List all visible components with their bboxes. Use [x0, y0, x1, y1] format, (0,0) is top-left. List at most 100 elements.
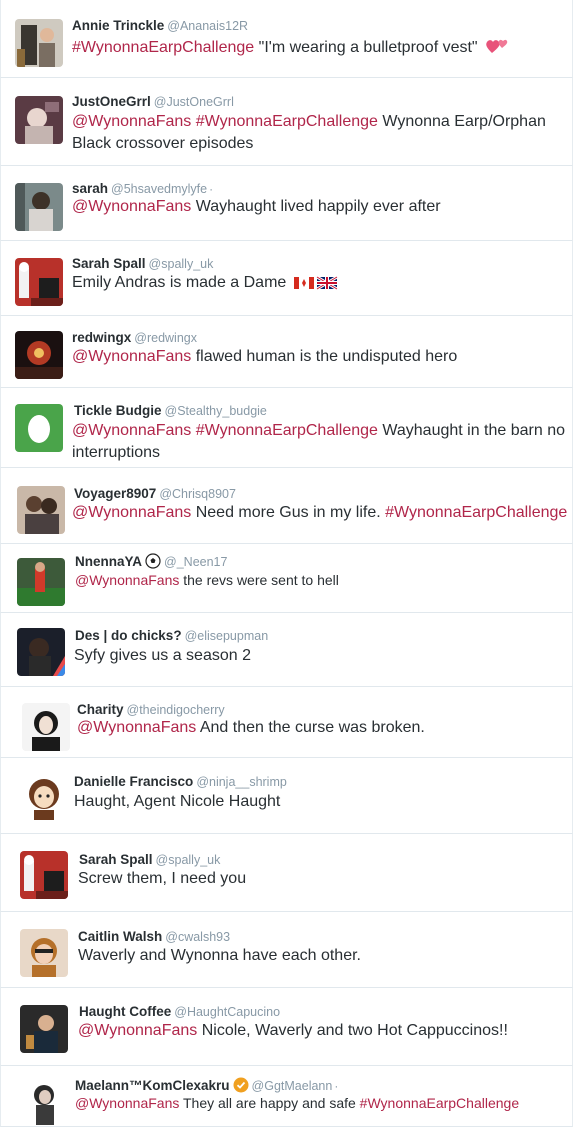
tweet-header: redwingx @redwingx: [72, 329, 197, 347]
avatar[interactable]: [20, 929, 68, 977]
mention-link[interactable]: @WynonnaFans: [72, 113, 191, 130]
tweet-text-segment: flawed human is the undisputed hero: [191, 348, 458, 365]
tweet-text-segment: Emily Andras is made a Dame: [72, 274, 291, 291]
hashtag-link[interactable]: #WynonnaEarpChallenge: [196, 422, 378, 439]
tweet-text: #WynonnaEarpChallenge "I'm wearing a bul…: [72, 37, 568, 62]
tweet-text-segment: Nicole, Waverly and two Hot Cappuccinos!…: [197, 1022, 508, 1039]
avatar[interactable]: [20, 1077, 68, 1125]
tweet-item[interactable]: Tickle Budgie @Stealthy_budgie @WynonnaFan…: [0, 388, 573, 468]
username-handle[interactable]: @Stealthy_budgie: [165, 404, 267, 418]
avatar[interactable]: [17, 628, 65, 676]
username-handle[interactable]: @elisepupman: [185, 629, 269, 643]
avatar[interactable]: [15, 331, 63, 379]
username-handle[interactable]: @redwingx: [134, 331, 197, 345]
avatar[interactable]: [15, 19, 63, 67]
username-handle[interactable]: @HaughtCapucino: [174, 1005, 280, 1019]
separator-dot: ·: [209, 182, 214, 196]
display-name[interactable]: redwingx: [72, 330, 131, 345]
tweet-header: Tickle Budgie @Stealthy_budgie: [74, 402, 267, 420]
tweet-text: @WynonnaFans Wayhaught lived happily eve…: [72, 196, 568, 218]
avatar[interactable]: [20, 772, 68, 820]
mention-link[interactable]: @WynonnaFans: [75, 1095, 179, 1111]
avatar[interactable]: [17, 486, 65, 534]
avatar[interactable]: [15, 96, 63, 144]
tweet-header: JustOneGrrl @JustOneGrrl: [72, 93, 234, 111]
tweet-text: Haught, Agent Nicole Haught: [74, 791, 568, 813]
avatar[interactable]: [15, 183, 63, 231]
tweet-text: Waverly and Wynonna have each other.: [78, 945, 568, 967]
mention-link[interactable]: @WynonnaFans: [77, 719, 196, 736]
username-handle[interactable]: @spally_uk: [156, 853, 221, 867]
display-name[interactable]: Haught Coffee: [79, 1004, 171, 1019]
display-name[interactable]: Sarah Spall: [79, 852, 153, 867]
tweet-item[interactable]: Sarah Spall @spally_uk Emily Andras is mad…: [0, 241, 573, 316]
mention-link[interactable]: @WynonnaFans: [78, 1022, 197, 1039]
tweet-text: @WynonnaFans Need more Gus in my life. #…: [72, 502, 568, 524]
tweet-item[interactable]: Charity @theindigocherry @WynonnaFans And …: [0, 687, 573, 758]
tweet-text: Emily Andras is made a Dame: [72, 272, 568, 297]
mention-link[interactable]: @WynonnaFans: [72, 422, 191, 439]
avatar[interactable]: [20, 851, 68, 899]
tweet-item[interactable]: Danielle Francisco @ninja__shrimp Haught, …: [0, 758, 573, 834]
display-name[interactable]: Danielle Francisco: [74, 774, 193, 789]
tweet-header: Annie Trinckle @Ananais12R: [72, 17, 248, 35]
username-handle[interactable]: @Chrisq8907: [159, 487, 236, 501]
mention-link[interactable]: @WynonnaFans: [72, 504, 191, 521]
tweet-feed: Annie Trinckle @Ananais12R #WynonnaEarpCha…: [0, 0, 573, 1127]
tweet-item[interactable]: Annie Trinckle @Ananais12R #WynonnaEarpCha…: [0, 0, 573, 78]
tweet-text-segment: Need more Gus in my life.: [191, 504, 386, 521]
avatar[interactable]: [22, 703, 70, 751]
display-name[interactable]: Tickle Budgie: [74, 403, 162, 418]
tweet-item[interactable]: Voyager8907 @Chrisq8907 @WynonnaFans Need …: [0, 468, 573, 544]
canada-uk-flags-icon: [293, 275, 338, 297]
display-name[interactable]: sarah: [72, 181, 108, 196]
tweet-item[interactable]: Des | do chicks? @elisepupman Syfy gives u…: [0, 613, 573, 687]
username-handle[interactable]: @spally_uk: [149, 257, 214, 271]
tweet-item[interactable]: Sarah Spall @spally_uk Screw them, I need …: [0, 834, 573, 912]
mention-link[interactable]: @WynonnaFans: [75, 572, 179, 588]
display-name[interactable]: Maelann™KomClexakru: [75, 1078, 230, 1093]
hashtag-link[interactable]: #WynonnaEarpChallenge: [196, 113, 378, 130]
mention-link[interactable]: @WynonnaFans: [72, 198, 191, 215]
tweet-item[interactable]: Caitlin Walsh @cwalsh93 Waverly and Wynonn…: [0, 912, 573, 988]
mention-link[interactable]: @WynonnaFans: [72, 348, 191, 365]
username-handle[interactable]: @Ananais12R: [167, 19, 248, 33]
username-handle[interactable]: @5hsavedmylyfe: [111, 182, 207, 196]
username-handle[interactable]: @JustOneGrrl: [154, 95, 234, 109]
two-hearts-icon: [485, 37, 509, 62]
avatar[interactable]: [20, 1005, 68, 1053]
separator-dot: ·: [334, 1079, 339, 1093]
avatar[interactable]: [15, 404, 63, 452]
display-name[interactable]: Charity: [77, 702, 124, 717]
display-name[interactable]: NnennaYA: [75, 554, 142, 569]
hashtag-link[interactable]: #WynonnaEarpChallenge: [72, 39, 254, 56]
display-name[interactable]: Caitlin Walsh: [78, 929, 162, 944]
tweet-item[interactable]: redwingx @redwingx @WynonnaFans flawed hum…: [0, 316, 573, 388]
tweet-item[interactable]: NnennaYA @_Neen17 @WynonnaFans the revs we…: [0, 544, 573, 613]
username-handle[interactable]: @ninja__shrimp: [196, 775, 287, 789]
tweet-text-segment: Waverly and Wynonna have each other.: [78, 947, 361, 964]
hashtag-link[interactable]: #WynonnaEarpChallenge: [360, 1095, 519, 1111]
tweet-item[interactable]: Maelann™KomClexakru @GgtMaelann · @WynonnaF…: [0, 1066, 573, 1127]
tweet-header: Danielle Francisco @ninja__shrimp: [74, 773, 287, 791]
display-name[interactable]: JustOneGrrl: [72, 94, 151, 109]
tweet-item[interactable]: sarah @5hsavedmylyfe · @WynonnaFans Wayhaug…: [0, 166, 573, 241]
tweet-header: Des | do chicks? @elisepupman: [75, 627, 268, 645]
username-handle[interactable]: @theindigocherry: [127, 703, 225, 717]
avatar[interactable]: [17, 558, 65, 606]
tweet-item[interactable]: JustOneGrrl @JustOneGrrl @WynonnaFans #Wyn…: [0, 78, 573, 166]
username-handle[interactable]: @GgtMaelann: [252, 1079, 333, 1093]
tweet-text: Syfy gives us a season 2: [74, 645, 568, 667]
tweet-text: @WynonnaFans And then the curse was brok…: [77, 717, 568, 739]
username-handle[interactable]: @cwalsh93: [165, 930, 230, 944]
tweet-text: @WynonnaFans flawed human is the undispu…: [72, 346, 568, 368]
tweet-header: Sarah Spall @spally_uk: [79, 851, 220, 869]
display-name[interactable]: Voyager8907: [74, 486, 156, 501]
tweet-item[interactable]: Haught Coffee @HaughtCapucino @WynonnaFans…: [0, 988, 573, 1066]
display-name[interactable]: Des | do chicks?: [75, 628, 182, 643]
avatar[interactable]: [15, 258, 63, 306]
display-name[interactable]: Sarah Spall: [72, 256, 146, 271]
username-handle[interactable]: @_Neen17: [164, 555, 227, 569]
display-name[interactable]: Annie Trinckle: [72, 18, 164, 33]
hashtag-link[interactable]: #WynonnaEarpChallenge: [385, 504, 567, 521]
